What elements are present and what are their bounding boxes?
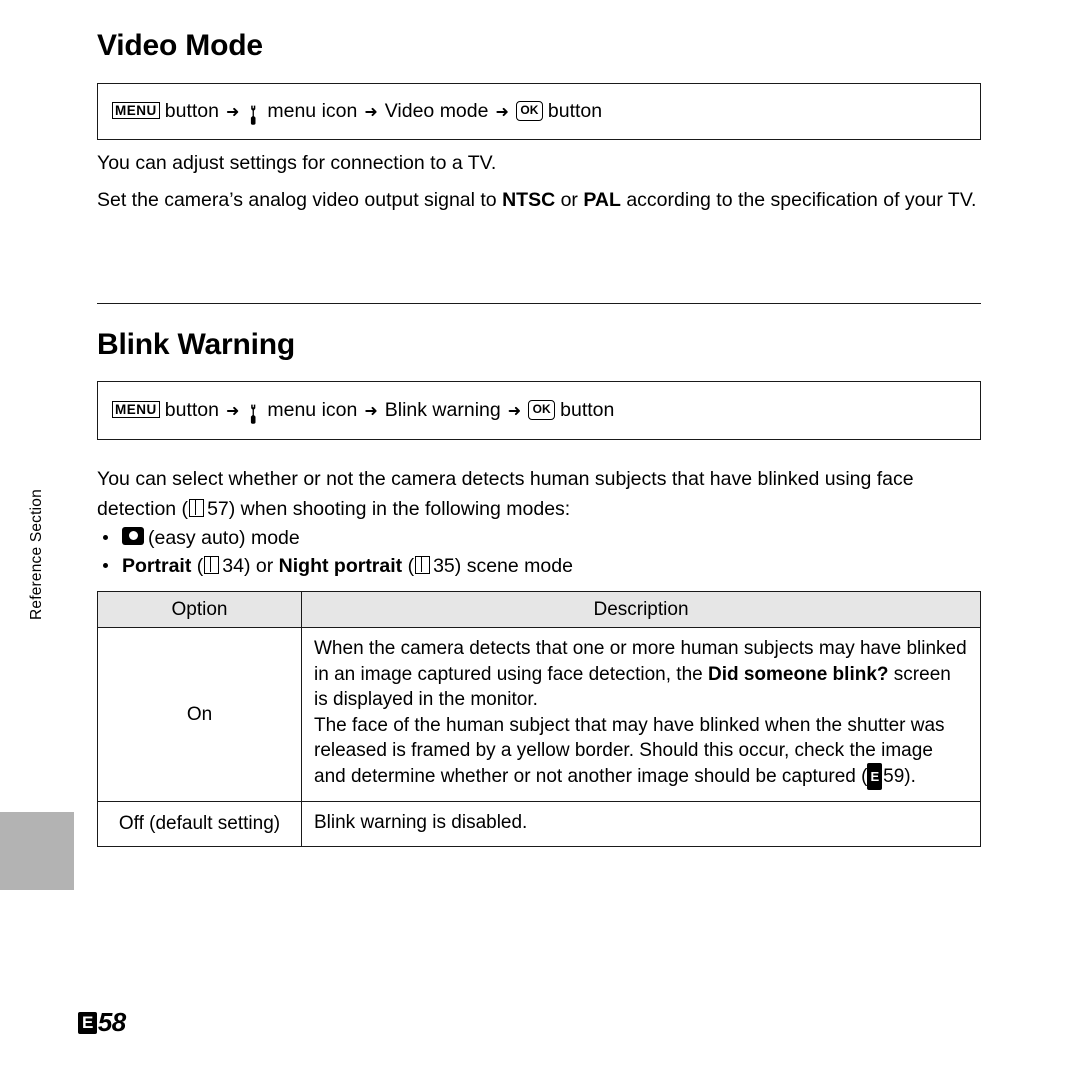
list-item-label: (easy auto) mode <box>148 527 300 549</box>
side-tab-block <box>0 812 74 890</box>
reference-page: 59 <box>883 765 905 787</box>
list-item-easy-auto: (easy auto) mode <box>97 524 981 552</box>
page-reference-icon-3 <box>415 555 431 574</box>
mode-name-night-portrait: Night portrait <box>278 555 403 577</box>
footer-marker-icon: E <box>78 1012 97 1034</box>
arrow-icon-4: ➜ <box>225 402 240 420</box>
ok-button-label: button <box>547 100 603 122</box>
cell-description-off: Blink warning is disabled. <box>301 801 981 847</box>
blink-intro-part2: ) when shooting in the following modes: <box>228 498 571 520</box>
portrait-page-ref: 34 <box>222 555 244 577</box>
easy-auto-camera-icon <box>122 527 144 545</box>
scene-mode-tail: scene mode <box>466 555 573 577</box>
table-row: Off (default setting) Blink warning is d… <box>97 801 981 847</box>
menu-icon-label-2: menu icon <box>267 399 358 421</box>
bullet-dot <box>103 535 108 540</box>
ok-button-label-2: button <box>560 399 615 421</box>
nav-path-video-mode: MENU button ➜ menu icon ➜ Video mode ➜ O… <box>97 83 981 140</box>
reference-marker-icon: E <box>867 762 883 790</box>
page-reference-icon-2 <box>204 555 220 574</box>
options-table: Option Description On When the camera de… <box>97 591 981 847</box>
blink-intro-ref1: 57 <box>207 498 229 520</box>
mode-name-portrait: Portrait <box>122 555 192 577</box>
nav-item-label-2: Blink warning <box>384 399 501 421</box>
ok-button-icon-2: OK <box>528 399 556 420</box>
table-body: On When the camera detects that one or m… <box>97 627 981 847</box>
conjunction-or: or <box>255 555 274 577</box>
cell-description-on: When the camera detects that one or more… <box>301 627 981 802</box>
nav-path-blink-warning: MENU button ➜ menu icon ➜ Blink warning … <box>97 381 981 440</box>
document-page: Reference Section Video Mode MENU button… <box>0 0 1080 1080</box>
wrench-icon-2 <box>246 404 262 424</box>
table-header-row: Option Description <box>97 591 981 628</box>
menu-button-label: button <box>164 100 219 122</box>
footer-page-number: 58 <box>97 1007 126 1037</box>
table-header: Option Description <box>97 591 981 628</box>
menu-button-label-2: button <box>164 399 219 421</box>
menu-icon-label: menu icon <box>267 100 358 122</box>
arrow-icon-5: ➜ <box>364 402 378 420</box>
bullet-dot-2 <box>103 563 108 568</box>
arrow-icon: ➜ <box>225 103 240 121</box>
paragraph-video-tv: You can adjust settings for connection t… <box>97 152 497 174</box>
cell-option-off: Off (default setting) <box>97 801 302 847</box>
side-tab-label: Reference Section <box>28 489 45 620</box>
nav-item-label: Video mode <box>384 100 489 122</box>
section-heading-blink-warning: Blink Warning <box>97 328 295 361</box>
table-row: On When the camera detects that one or m… <box>97 627 981 802</box>
list-item-portrait-modes: Portrait (34) or Night portrait (35) sce… <box>97 552 981 580</box>
cell-option-on: On <box>97 627 302 802</box>
section-heading-video-mode: Video Mode <box>97 29 263 62</box>
column-header-description: Description <box>301 591 981 628</box>
menu-button-icon: MENU <box>112 102 160 119</box>
wrench-icon <box>246 105 262 125</box>
menu-button-icon-2: MENU <box>112 401 160 418</box>
ok-button-icon: OK <box>515 100 543 121</box>
section-divider <box>97 303 981 304</box>
paragraph-blink-intro: You can select whether or not the camera… <box>97 464 981 524</box>
page-footer: E 58 <box>78 1007 126 1038</box>
arrow-icon-2: ➜ <box>364 103 378 121</box>
page-reference-icon <box>189 498 205 517</box>
night-portrait-page-ref: 35 <box>433 555 455 577</box>
arrow-icon-6: ➜ <box>507 402 522 420</box>
paragraph-video-signal: Set the camera’s analog video output sig… <box>97 189 977 211</box>
column-header-option: Option <box>97 591 302 628</box>
arrow-icon-3: ➜ <box>495 103 509 121</box>
